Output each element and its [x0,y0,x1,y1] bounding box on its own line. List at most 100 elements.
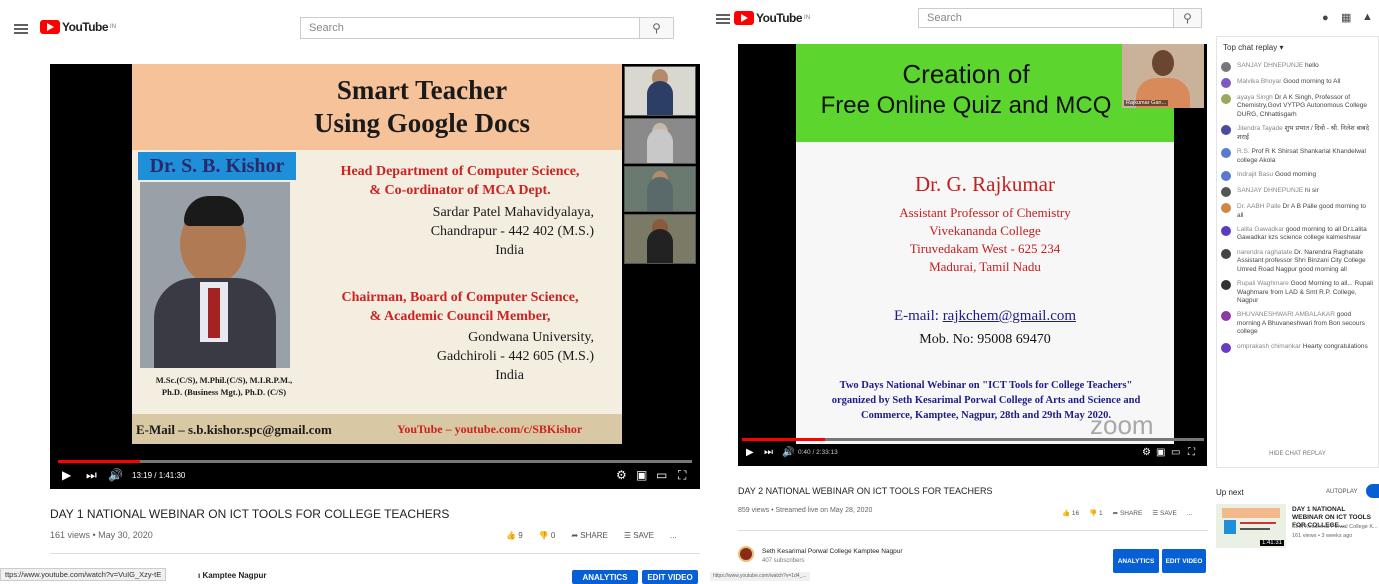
left-theater-icon[interactable]: ▭ [656,468,667,482]
right-next-button[interactable]: ⏭ [764,447,773,458]
chat-author: Indrajit Basu [1237,171,1275,179]
left-divider [50,553,700,554]
left-search-button[interactable]: ⚲ [640,17,674,39]
left-analytics-button[interactable]: ANALYTICS [572,570,638,584]
up-next-thumbnail[interactable]: 1:41:31 [1216,504,1286,548]
chat-avatar [1221,311,1231,322]
chat-message-body: narendra raghatate Dr. Narendra Raghatat… [1237,249,1374,274]
right-progress-bar[interactable] [742,438,1204,441]
right-analytics-button[interactable]: ANALYTICS [1113,549,1159,573]
right-volume-icon[interactable]: 🔊 [782,447,794,458]
left-play-button[interactable]: ▶ [62,468,71,482]
role1: Head Department of Computer Science, & C… [302,162,618,200]
presenter-name-label: Rajkumar Gan... [1124,100,1169,106]
search-placeholder: Search [309,22,344,34]
right-more-button[interactable]: ... [1187,510,1192,517]
chat-author: BHUVANESHWARI AMBALAKAR [1237,311,1337,319]
left-settings-icon[interactable]: ⚙ [616,468,627,482]
left-fullscreen-icon[interactable]: ⛶ [678,468,686,483]
left-volume-icon[interactable]: 🔊 [108,468,123,482]
right-fullscreen-icon[interactable]: ⛶ [1188,447,1195,458]
inst2-line1: Gondwana University, [468,330,594,345]
right-like-button[interactable]: 👍 16 [1062,509,1079,517]
right-miniplayer-icon[interactable]: ▣ [1156,447,1165,458]
chat-author: Dr. AABH Palle [1237,203,1283,211]
inst2-line2: Gadchiroli - 442 605 (M.S.) [436,349,594,364]
chat-message: narendra raghatate Dr. Narendra Raghatat… [1217,246,1378,277]
channel-subscribers: 407 subscribers [762,558,805,564]
right-save-button[interactable]: ☰ SAVE [1152,509,1177,517]
slide-mobile: Mob. No: 95008 69470 [919,332,1051,347]
left-search-input[interactable]: Search [300,17,640,39]
thumbs-down-icon: 👎 [538,531,549,540]
right-menu-icon[interactable] [716,14,730,16]
right-progress-fill [742,438,826,441]
role1-line1: Head Department of Computer Science, [340,164,580,179]
autoplay-label: AUTOPLAY [1326,489,1358,495]
left-like-button[interactable]: 👍 9 [506,531,523,540]
inst2-line3: India [495,368,524,383]
chat-text: Good morning [1274,171,1317,179]
slide-title-line2: Using Google Docs [314,108,530,138]
hide-chat-replay-button[interactable]: HIDE CHAT REPLAY [1217,451,1378,457]
left-save-button[interactable]: ☰ SAVE [624,531,654,540]
chat-avatar [1221,78,1231,88]
speaker-photo [140,182,290,368]
left-dislike-button[interactable]: 👎 0 [539,531,556,540]
right-settings-icon[interactable]: ⚙ [1142,447,1151,458]
left-youtube-logo[interactable]: YouTube IN [40,20,116,34]
right-theater-icon[interactable]: ▭ [1171,447,1180,458]
left-slide: Smart Teacher Using Google Docs Dr. S. B… [132,64,622,444]
thumbs-up-icon: 👍 [1062,510,1071,517]
channel-avatar[interactable] [738,546,754,562]
right-share-button[interactable]: ➦ SHARE [1113,509,1143,517]
right-edit-video-button[interactable]: EDIT VIDEO [1162,549,1206,573]
chat-author: omprakash chimankar [1237,342,1303,350]
chat-text: hello [1305,62,1319,69]
chat-author: Malvika Bhoyar [1237,78,1284,85]
right-play-button[interactable]: ▶ [746,447,754,458]
detail-line1: Assistant Professor of Chemistry [899,205,1071,220]
chat-message: SANJAY DHNEPUNJE hi sir [1217,184,1378,200]
right-divider [738,530,1208,531]
search-placeholder: Search [927,12,962,24]
right-video-player[interactable]: Creation of Free Online Quiz and MCQ Dr.… [738,44,1207,466]
apps-icon[interactable]: ▦ [1341,11,1351,24]
youtube-play-icon [734,11,754,25]
left-progress-bar[interactable] [58,460,692,463]
chat-message-body: Lalita Gawadkar good morning to all Dr.L… [1237,226,1374,243]
right-time-display: 0:40 / 2:33:13 [798,449,838,456]
chat-message: Lalita Gawadkar good morning to all Dr.L… [1217,223,1378,246]
chat-avatar [1221,248,1231,259]
autoplay-toggle[interactable] [1366,484,1379,498]
slide-title-line2: Free Online Quiz and MCQ [820,92,1112,119]
notifications-icon[interactable]: ▲ [1362,11,1373,23]
chat-header[interactable]: Top chat replay ▾ [1223,43,1284,52]
left-miniplayer-icon[interactable]: ▣ [636,468,647,482]
left-menu-icon[interactable] [14,24,28,26]
right-youtube-logo[interactable]: YouTube IN [734,11,810,25]
slide-title: Smart Teacher Using Google Docs [252,74,592,140]
save-label: SAVE [633,531,654,540]
channel-name[interactable]: Seth Kesarimal Porwal College Kamptee Na… [762,548,903,555]
left-video-player[interactable]: Smart Teacher Using Google Docs Dr. S. B… [50,64,700,489]
left-edit-video-button[interactable]: EDIT VIDEO [642,570,698,584]
right-search-input[interactable]: Search [918,8,1174,28]
thumbs-down-icon: 👎 [1089,510,1098,517]
slide-speaker-details: Assistant Professor of Chemistry Vivekan… [796,204,1174,276]
zoom-watermark: zoom [1090,410,1154,440]
left-channel-name[interactable]: ı Kamptee Nagpur [198,571,266,580]
chat-message: R.S. Prof R K Shirsat Shankarlal Khandel… [1217,145,1378,168]
chat-replay-panel: Top chat replay ▾ SANJAY DHNEPUNJE hello… [1216,36,1379,468]
left-next-button[interactable]: ⏭ [86,468,97,483]
participant-tile-3 [624,166,696,212]
right-search-button[interactable]: ⚲ [1174,8,1202,28]
right-dislike-button[interactable]: 👎 1 [1089,509,1103,517]
left-more-button[interactable]: ... [670,531,677,540]
chat-avatar [1221,94,1231,104]
left-share-button[interactable]: ➦ SHARE [571,531,608,540]
create-video-icon[interactable]: ● [1322,12,1329,24]
chat-avatar [1221,225,1231,236]
chat-message: SANJAY DHNEPUNJE hello [1217,59,1378,75]
up-next-label: Up next [1216,488,1244,497]
